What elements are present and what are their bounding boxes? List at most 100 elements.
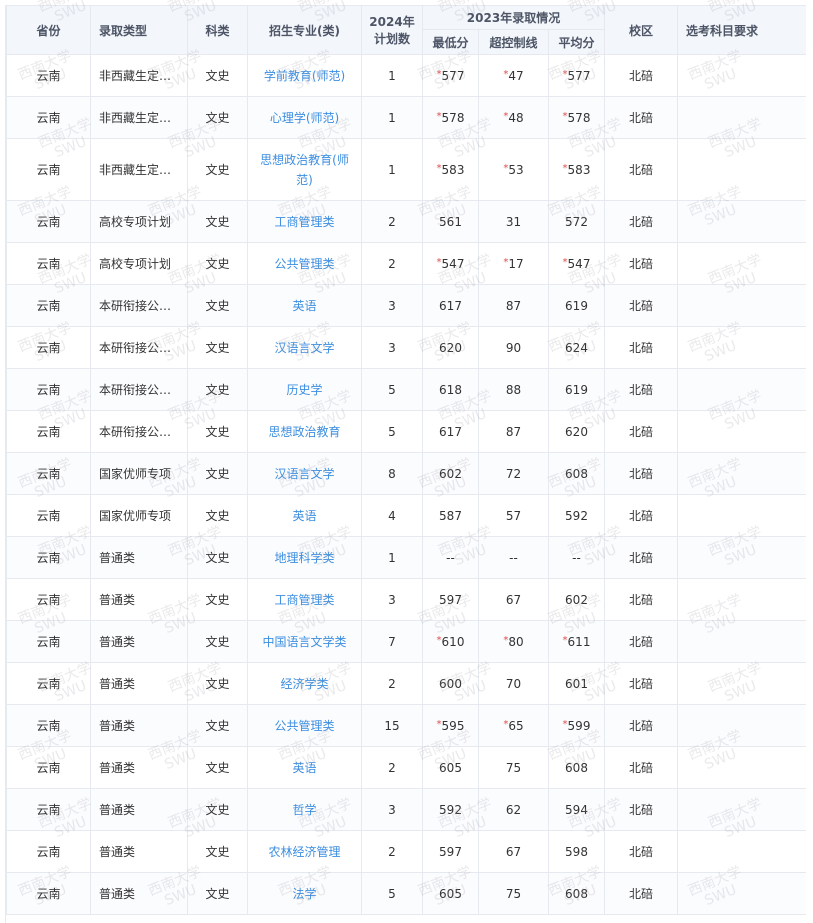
major-link[interactable]: 经济学类	[274, 674, 334, 694]
major-link[interactable]: 农林经济管理	[262, 842, 346, 862]
major-link[interactable]: 心理学(师范)	[264, 108, 345, 128]
major-link[interactable]: 公共管理类	[268, 254, 340, 274]
table-header: 省份 录取类型 科类 招生专业(类) 2024年 计划数 2023年录取情况 校…	[6, 5, 806, 55]
cell-avg-score: 572	[548, 200, 605, 243]
cell-province: 云南	[6, 494, 91, 537]
major-link[interactable]: 思想政治教育(师范)	[249, 150, 361, 190]
cell-avg-score: 624	[548, 326, 605, 369]
cell-plan: 3	[361, 788, 423, 831]
cell-plan: 3	[361, 326, 423, 369]
cell-over-control: 67	[478, 830, 549, 873]
cell-avg-score: 619	[548, 284, 605, 327]
cell-province: 云南	[6, 788, 91, 831]
cell-campus: 北碚	[604, 830, 678, 873]
min-score-value: 547	[441, 256, 465, 271]
admission-type-text: 普通类	[99, 803, 136, 817]
cell-subject: 文史	[187, 452, 248, 495]
cell-avg-score: *599	[548, 704, 605, 747]
min-score-value: 597	[439, 592, 462, 607]
over-control-value: 31	[505, 214, 522, 229]
cell-campus: 北碚	[604, 326, 678, 369]
cell-min-score: *578	[422, 96, 479, 139]
major-link[interactable]: 公共管理类	[268, 716, 340, 736]
cell-campus: 北碚	[604, 200, 678, 243]
cell-admission-type: 本研衔接公…	[90, 410, 188, 453]
over-control-value: 17	[508, 256, 524, 271]
header-plan-2024-line1: 2024年	[369, 15, 415, 29]
cell-over-control: 75	[478, 872, 549, 915]
avg-score-value: 619	[565, 298, 588, 313]
major-link[interactable]: 英语	[286, 296, 322, 316]
admission-type-text: 高校专项计划	[99, 257, 172, 271]
header-over-control: 超控制线	[478, 29, 549, 55]
cell-province: 云南	[6, 872, 91, 915]
table-row: 云南 本研衔接公… 文史 历史学 5 618 88 619 北碚	[6, 368, 806, 411]
major-link[interactable]: 汉语言文学	[268, 338, 340, 358]
cell-avg-score: 602	[548, 578, 605, 621]
cell-admission-type: 非西藏生定…	[90, 54, 188, 97]
cell-admission-type: 普通类	[90, 662, 188, 705]
cell-admission-type: 普通类	[90, 704, 188, 747]
major-link[interactable]: 法学	[286, 884, 322, 904]
major-link[interactable]: 英语	[286, 506, 322, 526]
cell-min-score: 592	[422, 788, 479, 831]
cell-subject: 文史	[187, 368, 248, 411]
over-control-value: 53	[508, 162, 524, 177]
major-link[interactable]: 思想政治教育	[262, 422, 346, 442]
table-row: 云南 普通类 文史 农林经济管理 2 597 67 598 北碚	[6, 830, 806, 873]
cell-over-control: 90	[478, 326, 549, 369]
major-link[interactable]: 汉语言文学	[268, 464, 340, 484]
cell-avg-score: 619	[548, 368, 605, 411]
admission-table-container: 省份 录取类型 科类 招生专业(类) 2024年 计划数 2023年录取情况 校…	[5, 5, 806, 923]
table-row: 云南 非西藏生定… 文史 学前教育(师范) 1 *577 *47 *577 北碚	[6, 54, 806, 97]
min-score-value: 595	[441, 718, 465, 733]
major-link[interactable]: 历史学	[280, 380, 328, 400]
major-link[interactable]: 学前教育(师范)	[258, 66, 351, 86]
header-admission-type: 录取类型	[90, 5, 188, 55]
cell-admission-type: 国家优师专项	[90, 494, 188, 537]
cell-subject-requirement	[677, 242, 806, 285]
major-link[interactable]: 地理科学类	[268, 548, 340, 568]
cell-province: 云南	[6, 54, 91, 97]
cell-admission-type: 本研衔接公…	[90, 284, 188, 327]
cell-over-control: 75	[478, 746, 549, 789]
cell-subject-requirement	[677, 96, 806, 139]
cell-subject-requirement	[677, 494, 806, 537]
cell-plan: 3	[361, 578, 423, 621]
table-row: 云南 普通类 文史 工商管理类 3 597 67 602 北碚	[6, 578, 806, 621]
cell-plan: 2	[361, 242, 423, 285]
table-body: 云南 非西藏生定… 文史 学前教育(师范) 1 *577 *47 *577 北碚…	[6, 54, 806, 915]
cell-plan: 1	[361, 536, 423, 579]
cell-avg-score: 620	[548, 410, 605, 453]
avg-score-value: 578	[567, 110, 591, 125]
avg-score-value: 608	[565, 466, 588, 481]
major-link[interactable]: 中国语言文学类	[256, 632, 352, 652]
avg-score-value: 608	[565, 760, 588, 775]
cell-subject-requirement	[677, 284, 806, 327]
major-link[interactable]: 工商管理类	[268, 212, 340, 232]
cell-major: 学前教育(师范)	[247, 54, 362, 97]
major-link[interactable]: 哲学	[286, 800, 322, 820]
over-control-value: 65	[508, 718, 524, 733]
table-row: 云南 非西藏生定… 文史 思想政治教育(师范) 1 *583 *53 *583 …	[6, 138, 806, 201]
over-control-value: 87	[505, 424, 522, 439]
cell-subject: 文史	[187, 578, 248, 621]
cell-subject: 文史	[187, 242, 248, 285]
cell-admission-type: 普通类	[90, 620, 188, 663]
cell-subject: 文史	[187, 326, 248, 369]
avg-score-value: 624	[565, 340, 588, 355]
min-score-value: 597	[439, 844, 462, 859]
cell-subject-requirement	[677, 620, 806, 663]
admission-type-text: 国家优师专项	[99, 467, 172, 481]
cell-major: 心理学(师范)	[247, 96, 362, 139]
admission-type-text: 本研衔接公…	[99, 383, 172, 397]
avg-score-value: 601	[565, 676, 588, 691]
cell-province: 云南	[6, 704, 91, 747]
cell-subject: 文史	[187, 788, 248, 831]
major-link[interactable]: 英语	[286, 758, 322, 778]
min-score-value: 587	[439, 508, 462, 523]
major-link[interactable]: 工商管理类	[268, 590, 340, 610]
cell-subject: 文史	[187, 494, 248, 537]
min-score-value: 617	[439, 424, 462, 439]
cell-avg-score: *577	[548, 54, 605, 97]
